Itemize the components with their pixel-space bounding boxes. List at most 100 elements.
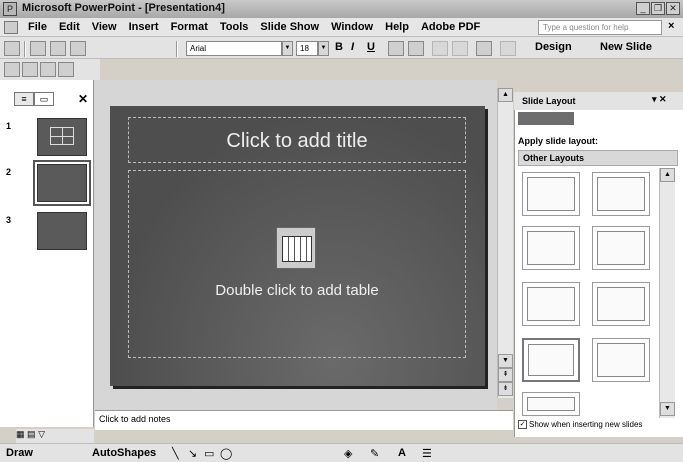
scroll-down-icon[interactable]: ▼ (660, 402, 675, 416)
menu-file[interactable]: File (22, 21, 53, 33)
oval-icon[interactable]: ◯ (220, 447, 232, 460)
line-icon[interactable]: ╲ (172, 447, 179, 460)
autoshapes-menu[interactable]: AutoShapes (92, 447, 156, 459)
fill-color-icon[interactable]: ◈ (344, 447, 352, 460)
close-panel-icon[interactable]: ✕ (78, 92, 88, 106)
panel-tabs: ≡ ▭ (14, 92, 54, 106)
menu-view[interactable]: View (86, 21, 123, 33)
slide-thumbnail-1[interactable] (37, 118, 87, 156)
previous-slide-icon[interactable]: ⇞ (498, 368, 513, 382)
checkbox-label: Show when inserting new slides (529, 420, 643, 429)
minimize-button[interactable]: _ (636, 2, 650, 15)
print-icon[interactable] (50, 41, 66, 56)
restore-button[interactable]: ❐ (651, 2, 665, 15)
permission-icon[interactable] (30, 41, 46, 56)
view-buttons: ▦ ▤ ▽ (16, 429, 94, 443)
font-name-dropdown-icon[interactable]: ▼ (282, 41, 293, 56)
menu-insert[interactable]: Insert (123, 21, 165, 33)
design-button[interactable]: Design (535, 41, 572, 53)
normal-view-icon[interactable]: ▦ (16, 429, 25, 439)
arrow-icon[interactable]: ↘ (188, 447, 197, 460)
task-pane-title: Slide Layout (522, 96, 576, 106)
content-placeholder-label: Double click to add table (215, 282, 379, 299)
slideshow-view-icon[interactable]: ▽ (38, 429, 45, 439)
layout-option[interactable] (522, 172, 580, 216)
toolbar-separator (24, 41, 26, 57)
slide-thumbnail-2[interactable] (33, 160, 91, 206)
expand-icon[interactable] (4, 62, 20, 77)
slides-tab[interactable]: ▭ (34, 92, 54, 106)
summary-icon[interactable] (40, 62, 56, 77)
center-icon[interactable] (408, 41, 424, 56)
thumbnail-number: 1 (6, 121, 12, 131)
scroll-up-icon[interactable]: ▲ (498, 88, 513, 102)
drawing-toolbar: Draw AutoShapes ╲ ↘ ▭ ◯ ◈ ✎ A ☰ (0, 443, 683, 462)
close-document-icon[interactable]: × (668, 20, 674, 32)
scroll-up-icon[interactable]: ▲ (660, 168, 675, 182)
new-icon[interactable] (4, 41, 20, 56)
align-left-icon[interactable] (388, 41, 404, 56)
font-size-dropdown-icon[interactable]: ▼ (318, 41, 329, 56)
menu-bar: File Edit View Insert Format Tools Slide… (0, 18, 683, 37)
toolbar-separator (176, 41, 178, 57)
slide-vertical-scrollbar[interactable]: ▲ ▼ ⇞ ⇟ (497, 88, 513, 398)
layout-option[interactable] (592, 338, 650, 382)
next-slide-icon[interactable]: ⇟ (498, 382, 513, 396)
bullets-icon[interactable] (452, 41, 468, 56)
font-size-select[interactable]: 18 (296, 41, 318, 56)
sorter-view-icon[interactable]: ▤ (27, 429, 36, 439)
bold-button[interactable]: B (335, 41, 343, 53)
checkbox-icon[interactable]: ✓ (518, 420, 527, 430)
show-formatting-icon[interactable] (58, 62, 74, 77)
rectangle-icon[interactable]: ▭ (204, 447, 214, 460)
menu-edit[interactable]: Edit (53, 21, 86, 33)
layout-option[interactable] (592, 172, 650, 216)
title-bar: P Microsoft PowerPoint - [Presentation4]… (0, 0, 683, 18)
scroll-down-icon[interactable]: ▼ (498, 354, 513, 368)
font-name-select[interactable]: Arial (186, 41, 282, 56)
indent-icon[interactable] (500, 41, 516, 56)
show-layout-checkbox[interactable]: ✓ Show when inserting new slides (518, 420, 643, 430)
apply-layout-label: Apply slide layout: (518, 136, 599, 146)
document-icon[interactable] (4, 21, 18, 34)
collapse-icon[interactable] (22, 62, 38, 77)
menu-slide-show[interactable]: Slide Show (254, 21, 325, 33)
underline-button[interactable]: U (367, 41, 375, 53)
italic-button[interactable]: I (351, 41, 354, 53)
layout-option[interactable] (522, 392, 580, 416)
standard-toolbar: Arial ▼ 18 ▼ B I U Design New Slide (0, 37, 683, 59)
task-pane-nav[interactable] (518, 112, 574, 125)
layout-option-selected[interactable] (522, 338, 580, 382)
close-window-button[interactable]: ✕ (666, 2, 680, 15)
task-pane-controls[interactable]: ▾ ✕ (652, 94, 667, 105)
layout-option[interactable] (592, 226, 650, 270)
layout-option[interactable] (522, 226, 580, 270)
line-color-icon[interactable]: ✎ (370, 447, 379, 460)
notes-pane[interactable]: Click to add notes (95, 410, 513, 430)
slide-thumbnail-3[interactable] (37, 212, 87, 250)
menu-tools[interactable]: Tools (214, 21, 255, 33)
font-color-icon[interactable]: A (398, 447, 406, 459)
powerpoint-app-icon[interactable]: P (3, 2, 17, 16)
outline-toolbar (0, 59, 100, 80)
table-icon[interactable] (70, 41, 86, 56)
help-search-input[interactable]: Type a question for help (538, 20, 662, 35)
task-pane-scrollbar[interactable]: ▲ ▼ (659, 168, 675, 418)
line-style-icon[interactable]: ☰ (422, 447, 432, 460)
menu-adobe-pdf[interactable]: Adobe PDF (415, 21, 486, 33)
menu-help[interactable]: Help (379, 21, 415, 33)
increase-font-icon[interactable] (476, 41, 492, 56)
numbering-icon[interactable] (432, 41, 448, 56)
outline-tab[interactable]: ≡ (14, 92, 34, 106)
layout-option[interactable] (522, 282, 580, 326)
menu-window[interactable]: Window (325, 21, 379, 33)
insert-table-icon[interactable] (276, 227, 316, 269)
new-slide-button[interactable]: New Slide (600, 41, 652, 53)
draw-menu[interactable]: Draw (6, 447, 33, 459)
menu-format[interactable]: Format (165, 21, 214, 33)
layout-option[interactable] (592, 282, 650, 326)
title-placeholder[interactable]: Click to add title (128, 117, 466, 163)
menu-items: File Edit View Insert Format Tools Slide… (22, 21, 486, 33)
window-controls: _ ❐ ✕ (636, 2, 680, 15)
section-label: Other Layouts (523, 153, 585, 163)
